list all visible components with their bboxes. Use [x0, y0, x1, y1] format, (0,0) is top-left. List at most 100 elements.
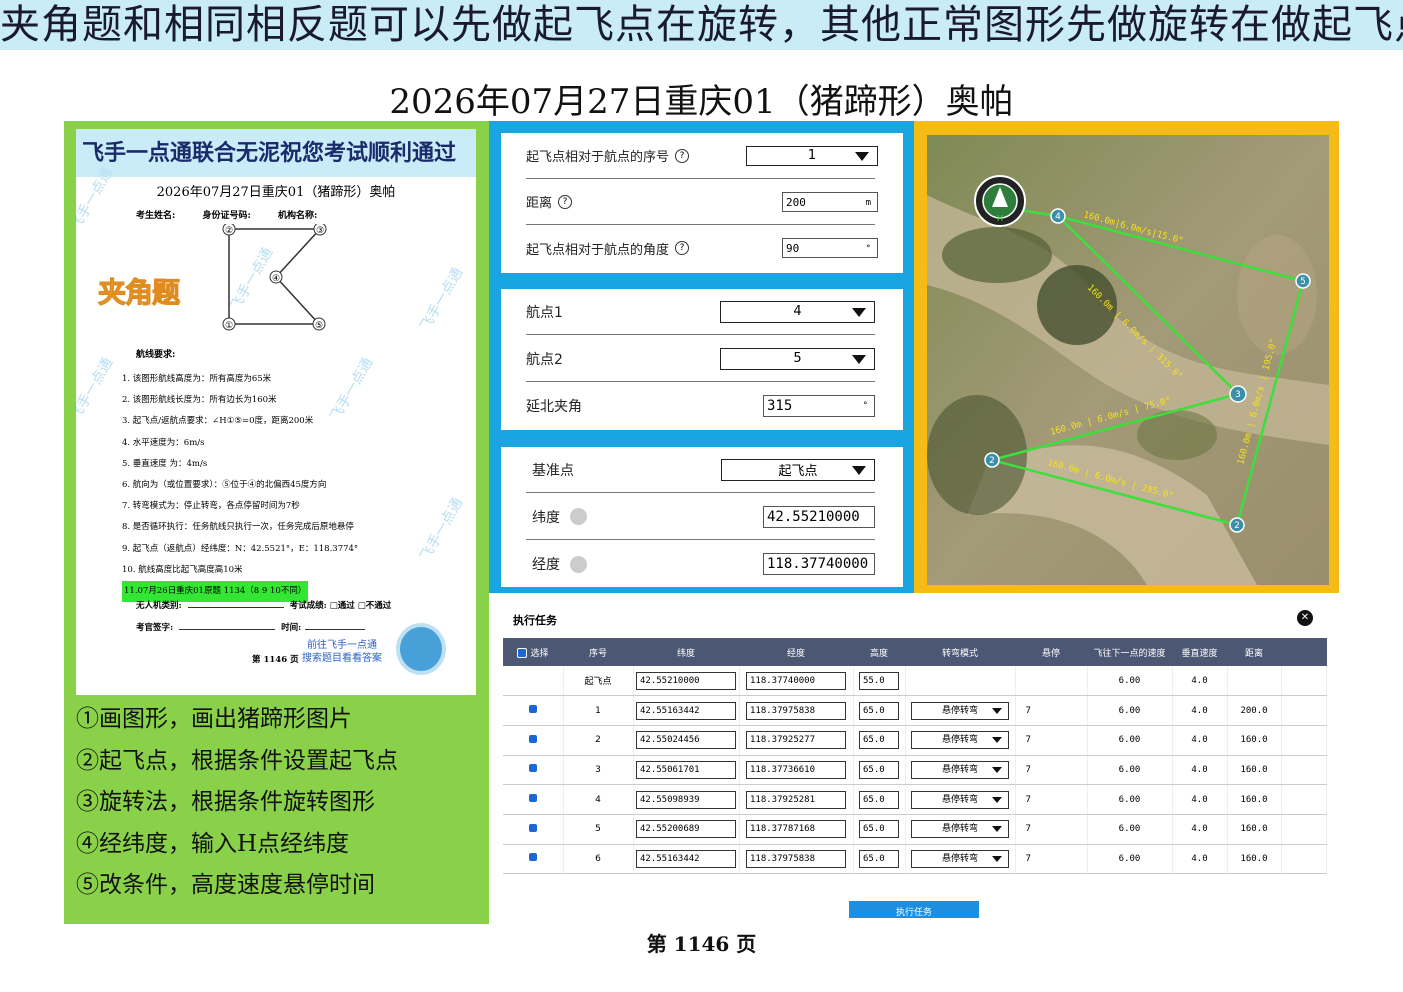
- table-row[interactable]: 1 42.55163442 118.37975838 65.0 悬停转弯 7 6.00 4.0…: [503, 695, 1327, 726]
- lng-input[interactable]: 118.37740000: [746, 671, 846, 690]
- close-icon[interactable]: ✕: [1297, 610, 1313, 626]
- satellite-map[interactable]: 160.0m|6.0m/s|15.0° 160.0m | 6.0m/s | 31…: [927, 135, 1329, 585]
- lng-input[interactable]: 118.37925281: [746, 790, 846, 809]
- alt-cell[interactable]: 65.0: [853, 755, 906, 786]
- execute-task-button[interactable]: 执行任务: [849, 901, 979, 918]
- row-checkbox[interactable]: [528, 764, 537, 773]
- select-all-checkbox[interactable]: [517, 648, 528, 658]
- lat-input[interactable]: 42.55200689: [636, 820, 736, 839]
- mode-cell[interactable]: 悬停转弯: [905, 755, 1016, 786]
- lng-cell[interactable]: 118.37925277: [739, 725, 854, 756]
- alt-input[interactable]: 65.0: [859, 790, 899, 809]
- table-row[interactable]: 4 42.55098939 118.37925281 65.0 悬停转弯 7 6.00 4.0…: [503, 784, 1327, 815]
- mode-cell[interactable]: 悬停转弯: [905, 814, 1016, 845]
- mode-cell[interactable]: 悬停转弯: [905, 695, 1016, 726]
- lat-cell[interactable]: 42.55163442: [633, 844, 740, 875]
- info-icon: [570, 555, 587, 573]
- turn-mode-select[interactable]: 悬停转弯: [911, 701, 1009, 720]
- table-row[interactable]: 5 42.55200689 118.37787168 65.0 悬停转弯 7 6.00 4.0…: [503, 814, 1327, 845]
- turn-mode-select[interactable]: 悬停转弯: [911, 820, 1009, 839]
- lat-input[interactable]: 42.55163442: [636, 701, 736, 720]
- lat-input[interactable]: 42.55098939: [636, 790, 736, 809]
- alt-cell[interactable]: 65.0: [853, 814, 906, 845]
- lat-input[interactable]: 42.55163442: [636, 849, 736, 868]
- mode-cell[interactable]: 悬停转弯: [905, 784, 1016, 815]
- alt-input[interactable]: 65.0: [859, 849, 899, 868]
- help-icon[interactable]: ?: [675, 148, 690, 163]
- alt-cell[interactable]: 65.0: [853, 695, 906, 726]
- mode-cell[interactable]: [905, 666, 1016, 697]
- row-checkbox[interactable]: [528, 794, 537, 803]
- mode-cell[interactable]: 悬停转弯: [905, 725, 1016, 756]
- lng-cell[interactable]: 118.37975838: [739, 844, 854, 875]
- waypoint1-select[interactable]: 4: [720, 300, 875, 323]
- requirement-item: 9. 起飞点（返航点）经纬度：N：42.5521°，E：118.3774°: [122, 543, 359, 554]
- longitude-input[interactable]: 118.37740000: [763, 553, 875, 575]
- requirement-item: 1. 该图形航线高度为：所有高度为65米: [122, 374, 272, 384]
- alt-input[interactable]: 65.0: [859, 760, 899, 779]
- turn-mode-select[interactable]: 悬停转弯: [911, 790, 1009, 809]
- turn-mode-select[interactable]: 悬停转弯: [911, 731, 1009, 750]
- lng-cell[interactable]: 118.37787168: [739, 814, 854, 845]
- row-checkbox[interactable]: [528, 823, 537, 832]
- lng-input[interactable]: 118.37787168: [746, 820, 846, 839]
- lng-input[interactable]: 118.37736610: [746, 760, 846, 779]
- table-row[interactable]: 起飞点 42.55210000 118.37740000 55.0 6.00 4.0: [503, 666, 1327, 697]
- help-icon[interactable]: ?: [675, 241, 690, 255]
- lng-input[interactable]: 118.37925277: [746, 731, 846, 750]
- mode-cell[interactable]: 悬停转弯: [905, 844, 1016, 875]
- takeoff-angle-input[interactable]: 90 °: [782, 238, 878, 258]
- lat-input[interactable]: 42.55024456: [636, 731, 736, 750]
- lat-cell[interactable]: 42.55210000: [633, 666, 740, 697]
- takeoff-seq-select[interactable]: 1: [746, 145, 878, 166]
- alt-input[interactable]: 65.0: [859, 701, 899, 720]
- lat-cell[interactable]: 42.55163442: [633, 695, 740, 726]
- waypoint2-select[interactable]: 5: [720, 347, 875, 370]
- row-checkbox[interactable]: [528, 853, 537, 862]
- base-ref-select[interactable]: 起飞点: [721, 458, 875, 481]
- hover-cell: 7: [1015, 814, 1088, 845]
- table-row[interactable]: 3 42.55061701 118.37736610 65.0 悬停转弯 7 6.00 4.0…: [503, 755, 1327, 786]
- distance-cell: 160.0: [1227, 814, 1282, 845]
- latitude-input[interactable]: 42.55210000: [763, 505, 875, 528]
- alt-cell[interactable]: 65.0: [853, 784, 906, 815]
- select-cell[interactable]: [503, 784, 564, 815]
- lng-cell[interactable]: 118.37925281: [739, 784, 854, 815]
- col-select[interactable]: 选择: [503, 638, 563, 666]
- select-cell[interactable]: [503, 844, 564, 875]
- table-row[interactable]: 6 42.55163442 118.37975838 65.0 悬停转弯 7 6.00 4.0…: [503, 844, 1327, 875]
- sheet-footer: 无人机类别: 考试成绩: □通过 □不通过 考官签字: 时间:: [136, 595, 391, 639]
- lat-cell[interactable]: 42.55098939: [633, 784, 740, 815]
- select-cell[interactable]: [503, 814, 564, 845]
- alt-cell[interactable]: 65.0: [853, 725, 906, 756]
- lat-cell[interactable]: 42.55061701: [633, 755, 740, 786]
- input-value: 315: [767, 398, 793, 414]
- select-cell[interactable]: [503, 725, 564, 756]
- lat-input[interactable]: 42.55210000: [636, 671, 736, 690]
- lat-cell[interactable]: 42.55024456: [633, 725, 740, 756]
- lat-input[interactable]: 42.55061701: [636, 760, 736, 779]
- select-cell[interactable]: [503, 755, 564, 786]
- distance-input[interactable]: 200 m: [782, 191, 878, 212]
- lat-cell[interactable]: 42.55200689: [633, 814, 740, 845]
- lng-input[interactable]: 118.37975838: [746, 849, 846, 868]
- lng-cell[interactable]: 118.37975838: [739, 695, 854, 726]
- alt-input[interactable]: 65.0: [859, 820, 899, 839]
- turn-mode-select[interactable]: 悬停转弯: [911, 849, 1009, 868]
- select-cell[interactable]: [503, 695, 564, 726]
- home-marker[interactable]: H: [974, 175, 1026, 227]
- alt-cell[interactable]: 55.0: [853, 666, 906, 697]
- select-cell[interactable]: [503, 666, 564, 697]
- lng-input[interactable]: 118.37975838: [746, 701, 846, 720]
- lng-cell[interactable]: 118.37736610: [739, 755, 854, 786]
- table-row[interactable]: 2 42.55024456 118.37925277 65.0 悬停转弯 7 6.00 4.0…: [503, 725, 1327, 756]
- alt-input[interactable]: 55.0: [859, 671, 899, 690]
- alt-cell[interactable]: 65.0: [853, 844, 906, 875]
- row-checkbox[interactable]: [528, 705, 537, 714]
- alt-input[interactable]: 65.0: [859, 731, 899, 750]
- north-angle-input[interactable]: 315 °: [763, 395, 875, 417]
- help-icon[interactable]: ?: [558, 194, 573, 209]
- row-checkbox[interactable]: [528, 734, 537, 743]
- lng-cell[interactable]: 118.37740000: [739, 666, 854, 697]
- turn-mode-select[interactable]: 悬停转弯: [911, 760, 1009, 779]
